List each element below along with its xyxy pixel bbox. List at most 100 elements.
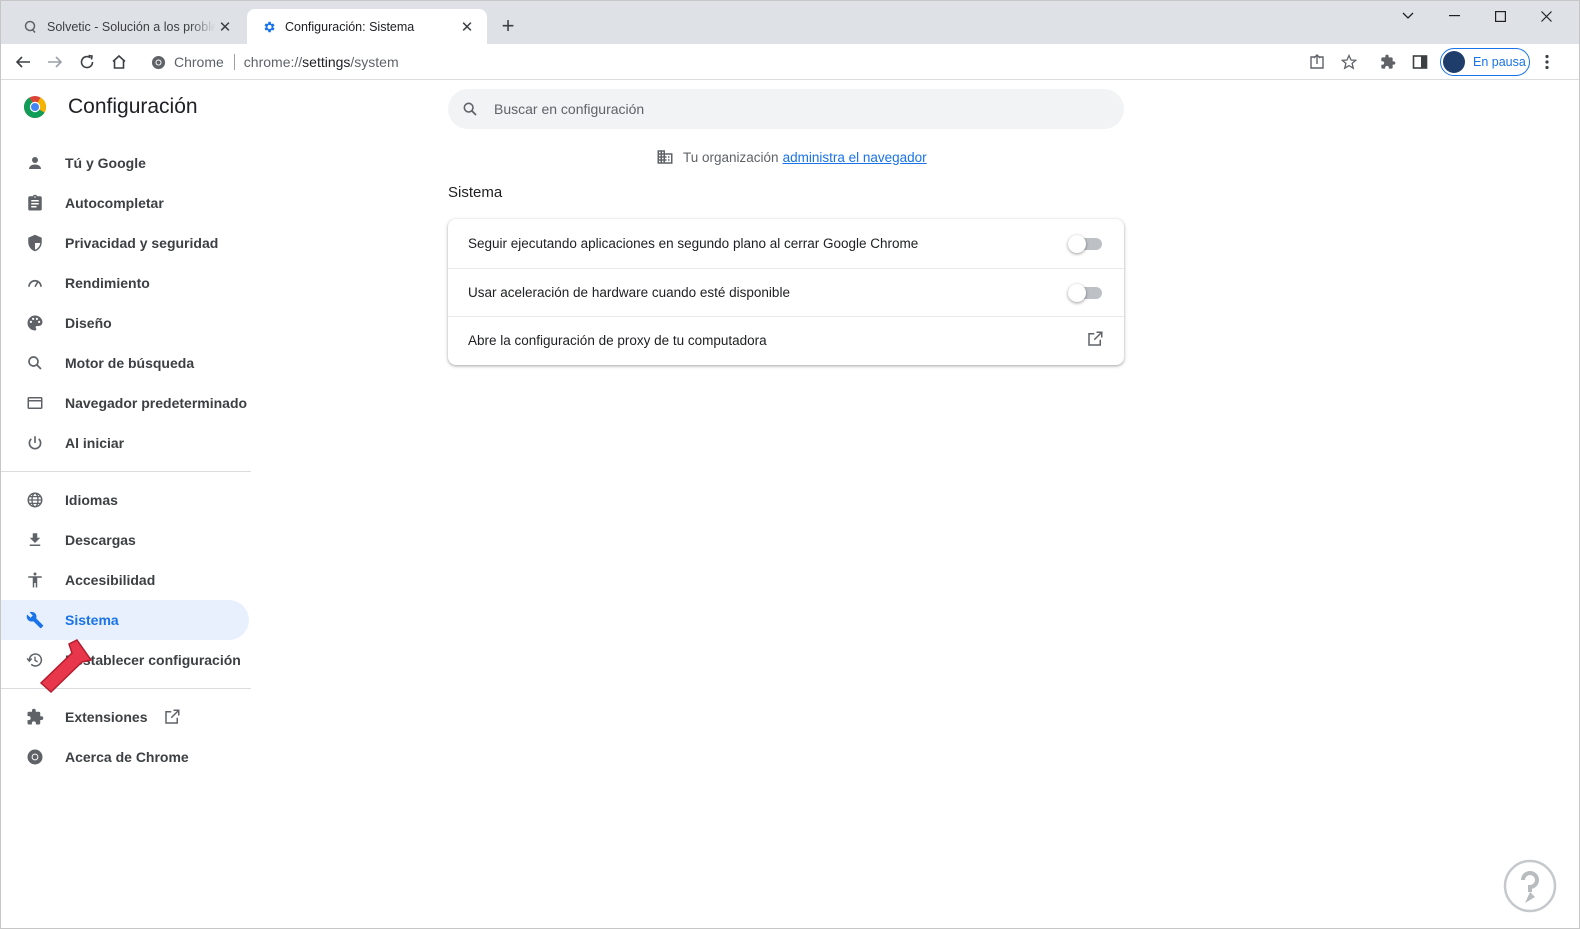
share-icon[interactable] bbox=[1303, 48, 1331, 76]
sidebar-item-autofill[interactable]: Autocompletar bbox=[1, 183, 251, 223]
sidebar-item-appearance[interactable]: Diseño bbox=[1, 303, 251, 343]
building-icon bbox=[657, 150, 673, 164]
reload-icon[interactable] bbox=[73, 48, 101, 76]
toolbar: Chrome chrome://settings/system En pausa bbox=[1, 44, 1579, 80]
sidebar-item-default-browser[interactable]: Navegador predeterminado bbox=[1, 383, 251, 423]
sidebar-item-you-and-google[interactable]: Tú y Google bbox=[1, 143, 251, 183]
close-window-icon[interactable] bbox=[1523, 1, 1569, 31]
home-icon[interactable] bbox=[105, 48, 133, 76]
bookmark-star-icon[interactable] bbox=[1335, 48, 1363, 76]
row-label: Seguir ejecutando aplicaciones en segund… bbox=[468, 235, 919, 251]
sidebar-item-languages[interactable]: Idiomas bbox=[1, 480, 251, 520]
minimize-icon[interactable] bbox=[1431, 1, 1477, 31]
download-icon bbox=[25, 530, 45, 550]
sidebar-item-label: Al iniciar bbox=[65, 435, 125, 451]
background-apps-row[interactable]: Seguir ejecutando aplicaciones en segund… bbox=[448, 219, 1124, 268]
browser-window: Solvetic - Solución a los problemas ✕ Co… bbox=[0, 0, 1580, 929]
site-info[interactable]: Chrome bbox=[143, 54, 224, 70]
settings-search[interactable]: Buscar en configuración bbox=[448, 89, 1124, 129]
sidebar-divider bbox=[1, 471, 251, 472]
avatar bbox=[1443, 51, 1465, 73]
hardware-acceleration-row[interactable]: Usar aceleración de hardware cuando esté… bbox=[448, 267, 1124, 317]
sidebar-item-label: Idiomas bbox=[65, 492, 118, 508]
browser-window-icon bbox=[25, 393, 45, 413]
sidebar-item-system[interactable]: Sistema bbox=[1, 600, 249, 640]
sidebar-item-downloads[interactable]: Descargas bbox=[1, 520, 251, 560]
chrome-icon bbox=[151, 55, 166, 69]
section-title: Sistema bbox=[448, 184, 503, 201]
profile-status: En pausa bbox=[1473, 55, 1526, 69]
tab-settings[interactable]: Configuración: Sistema ✕ bbox=[247, 9, 487, 44]
gear-icon bbox=[261, 19, 277, 35]
new-tab-button[interactable]: + bbox=[495, 14, 521, 40]
side-panel-icon[interactable] bbox=[1406, 48, 1434, 76]
tab-solvetic[interactable]: Solvetic - Solución a los problemas ✕ bbox=[9, 9, 245, 44]
close-tab-icon[interactable]: ✕ bbox=[215, 17, 235, 37]
address-bar[interactable]: Chrome chrome://settings/system bbox=[143, 47, 1367, 77]
background-apps-toggle[interactable] bbox=[1068, 235, 1104, 254]
open-in-new-icon bbox=[163, 708, 181, 726]
tab-title: Configuración: Sistema bbox=[285, 19, 415, 34]
sidebar-item-label: Accesibilidad bbox=[65, 572, 156, 588]
sidebar-item-on-startup[interactable]: Al iniciar bbox=[1, 423, 251, 463]
maximize-icon[interactable] bbox=[1477, 1, 1523, 31]
system-settings-card: Seguir ejecutando aplicaciones en segund… bbox=[448, 219, 1124, 365]
tab-strip: Solvetic - Solución a los problemas ✕ Co… bbox=[1, 1, 1579, 44]
sidebar-item-privacy[interactable]: Privacidad y seguridad bbox=[1, 223, 251, 263]
menu-kebab-icon[interactable] bbox=[1533, 48, 1561, 76]
proxy-settings-row[interactable]: Abre la configuración de proxy de tu com… bbox=[448, 316, 1124, 365]
sidebar-item-label: Autocompletar bbox=[65, 195, 164, 211]
accessibility-icon bbox=[25, 570, 45, 590]
sidebar-item-label: Privacidad y seguridad bbox=[65, 235, 219, 251]
chrome-logo-icon bbox=[24, 96, 46, 118]
speedometer-icon bbox=[25, 273, 45, 293]
annotation-arrow-icon bbox=[39, 639, 93, 694]
row-label: Abre la configuración de proxy de tu com… bbox=[468, 333, 767, 349]
site-label: Chrome bbox=[174, 54, 224, 70]
open-in-new-icon[interactable] bbox=[1086, 330, 1104, 351]
sidebar-item-extensions[interactable]: Extensiones bbox=[1, 697, 251, 737]
settings-header: Configuración bbox=[23, 95, 198, 119]
url-text: chrome://settings/system bbox=[243, 54, 399, 70]
chrome-icon bbox=[25, 747, 45, 767]
sidebar-item-performance[interactable]: Rendimiento bbox=[1, 263, 251, 303]
managed-notice: Tu organización administra el navegador bbox=[656, 148, 927, 166]
search-icon bbox=[460, 99, 480, 119]
sidebar-item-label: Tú y Google bbox=[65, 155, 146, 171]
sidebar-item-label: Descargas bbox=[65, 532, 136, 548]
hardware-acceleration-toggle[interactable] bbox=[1068, 284, 1104, 303]
tab-search-icon[interactable] bbox=[1385, 1, 1431, 31]
extensions-puzzle-icon[interactable] bbox=[1374, 48, 1402, 76]
solvetic-favicon-icon bbox=[23, 19, 39, 35]
back-icon[interactable] bbox=[9, 48, 37, 76]
shield-icon bbox=[25, 233, 45, 253]
power-icon bbox=[25, 433, 45, 453]
omnibox-divider bbox=[233, 54, 235, 70]
sidebar-item-label: Diseño bbox=[65, 315, 112, 331]
watermark-logo-icon bbox=[1503, 859, 1557, 913]
palette-icon bbox=[25, 313, 45, 333]
sidebar-item-search-engine[interactable]: Motor de búsqueda bbox=[1, 343, 251, 383]
row-label: Usar aceleración de hardware cuando esté… bbox=[468, 284, 790, 300]
forward-icon[interactable] bbox=[41, 48, 69, 76]
person-icon bbox=[25, 153, 45, 173]
clipboard-icon bbox=[25, 193, 45, 213]
managed-link[interactable]: administra el navegador bbox=[783, 150, 927, 165]
sidebar-item-label: Sistema bbox=[65, 612, 119, 628]
profile-button[interactable]: En pausa bbox=[1440, 48, 1530, 76]
sidebar-item-label: Extensiones bbox=[65, 709, 148, 725]
search-input[interactable]: Buscar en configuración bbox=[494, 101, 644, 117]
wrench-icon bbox=[25, 610, 45, 630]
sidebar-item-label: Rendimiento bbox=[65, 275, 150, 291]
sidebar-item-label: Navegador predeterminado bbox=[65, 395, 248, 411]
managed-text: Tu organización bbox=[683, 149, 779, 165]
puzzle-icon bbox=[25, 707, 45, 727]
sidebar-item-label: Motor de búsqueda bbox=[65, 355, 195, 371]
tab-title: Solvetic - Solución a los problemas bbox=[47, 19, 215, 34]
page-title: Configuración bbox=[68, 95, 198, 118]
sidebar-item-label: Acerca de Chrome bbox=[65, 749, 189, 765]
search-icon bbox=[25, 353, 45, 373]
sidebar-item-accessibility[interactable]: Accesibilidad bbox=[1, 560, 251, 600]
close-tab-icon[interactable]: ✕ bbox=[457, 17, 477, 37]
sidebar-item-about-chrome[interactable]: Acerca de Chrome bbox=[1, 737, 251, 777]
